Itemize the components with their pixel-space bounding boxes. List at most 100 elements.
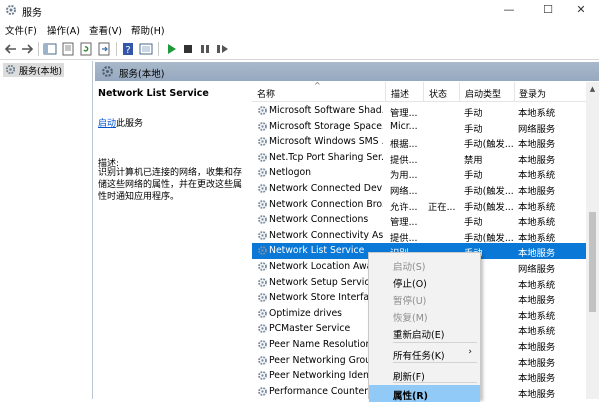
main-pane-header: 服务(本地)	[95, 62, 599, 81]
column-divider[interactable]	[459, 82, 460, 102]
service-log-on-as-cell: 本地系统	[518, 201, 556, 213]
service-row[interactable]: Microsoft Software Shad... 管理... 手动 本地系统	[252, 103, 586, 119]
service-description-cell: 网络...	[390, 185, 418, 197]
submenu-arrow-icon: ›	[468, 347, 472, 357]
context-menu-item[interactable]: 属性(R)	[369, 385, 480, 402]
service-gear-icon	[258, 215, 267, 225]
service-gear-icon	[258, 121, 267, 131]
menu-help[interactable]: 帮助(H)	[131, 23, 165, 37]
context-menu-separator	[393, 362, 477, 363]
service-name-cell: Network Setup Service	[269, 276, 376, 288]
service-gear-icon	[258, 308, 267, 318]
start-service-link[interactable]: 启动	[98, 119, 116, 129]
menu-action[interactable]: 操作(A)	[47, 23, 80, 37]
console-view-icon[interactable]	[139, 42, 153, 56]
service-gear-icon	[258, 152, 267, 162]
service-name-cell: Microsoft Software Shad...	[269, 105, 383, 116]
service-row[interactable]: Network Connectivity Ass... 提供... 手动(触发...…	[252, 228, 586, 244]
service-log-on-as-cell: 本地系统	[518, 232, 556, 244]
service-gear-icon	[258, 137, 267, 147]
context-menu-item-label: 属性(R)	[393, 391, 428, 402]
service-log-on-as-cell: 网络服务	[518, 263, 556, 275]
column-divider[interactable]	[385, 82, 386, 102]
context-menu-item[interactable]: 恢复(M)	[369, 307, 480, 324]
start-service-icon[interactable]	[164, 42, 178, 56]
service-startup-type-cell: 手动	[464, 123, 483, 135]
main-pane-title: 服务(本地)	[119, 69, 165, 80]
service-log-on-as-cell: 本地系统	[518, 326, 556, 338]
minimize-button[interactable]: —	[494, 0, 524, 20]
service-gear-icon	[258, 371, 267, 380]
svg-text:?: ?	[125, 45, 130, 56]
properties-sheet-icon[interactable]	[61, 42, 75, 56]
column-header-name[interactable]: 名称	[257, 87, 275, 100]
restart-service-icon[interactable]	[215, 42, 229, 56]
column-header-description[interactable]: 描述	[391, 87, 409, 100]
service-log-on-as-cell: 本地服务	[518, 185, 556, 197]
service-description-cell: 提供...	[390, 232, 418, 244]
forward-arrow-icon[interactable]	[20, 42, 34, 56]
column-header-log-on-as[interactable]: 登录为	[519, 87, 546, 100]
service-log-on-as-cell: 本地系统	[518, 217, 556, 229]
pause-service-icon[interactable]	[198, 42, 212, 56]
service-row[interactable]: Microsoft Windows SMS ... 根据... 手动(触发... 本地…	[252, 134, 586, 150]
title-bar: 服务 — ☐ ✕	[0, 0, 599, 20]
column-header-startup-type[interactable]: 启动类型	[465, 87, 501, 100]
service-row[interactable]: Microsoft Storage Space... Micr... 手动 网络服务	[252, 119, 586, 135]
context-menu-item[interactable]: 暂停(U)	[369, 290, 480, 307]
scrollbar-thumb[interactable]	[589, 212, 596, 312]
service-name-cell: Microsoft Windows SMS ...	[269, 136, 383, 148]
context-menu-item[interactable]: 启动(S)	[369, 256, 480, 273]
help-icon[interactable]: ?	[121, 42, 135, 56]
services-gear-icon	[102, 66, 113, 77]
start-service-suffix: 此服务	[116, 119, 144, 129]
service-gear-icon	[258, 199, 267, 209]
service-row[interactable]: Network Connected Devi... 网络... 手动(触发... 本地…	[252, 181, 586, 197]
show-hide-console-tree-icon[interactable]	[43, 42, 57, 56]
service-row[interactable]: Network Connection Bro... 允许... 正在... 手动(触发…	[252, 197, 586, 213]
service-row[interactable]: Net.Tcp Port Sharing Ser... 提供... 禁用 本地服务	[252, 150, 586, 166]
service-gear-icon	[258, 184, 267, 193]
vertical-scrollbar[interactable]: ▲	[586, 82, 599, 399]
back-arrow-icon[interactable]	[4, 42, 18, 56]
column-header-status[interactable]: 状态	[429, 87, 447, 100]
description-text: 识别计算机已连接的网络，收集和存储这些网络的属性，并在更改这些属性时通知应用程序…	[98, 168, 243, 202]
context-menu: 启动(S) 停止(O) 暂停(U) 恢复(M) 重新启动(E) 所有任务(K) › 刷新(F)…	[368, 252, 481, 402]
service-row[interactable]: Netlogon 为用... 手动 本地系统	[252, 165, 586, 181]
service-startup-type-cell: 手动	[464, 217, 483, 229]
refresh-icon[interactable]	[79, 42, 93, 56]
service-description-cell: 根据...	[390, 139, 418, 151]
service-description-cell: 允许...	[390, 201, 418, 213]
service-name-cell: Network Location Awa	[269, 260, 373, 272]
menu-file[interactable]: 文件(F)	[5, 23, 37, 37]
context-menu-item[interactable]: 重新启动(E)	[369, 324, 480, 341]
export-list-icon[interactable]	[97, 42, 111, 56]
tree-node-services-local[interactable]: 服务(本地)	[3, 63, 65, 77]
service-name-cell: PCMaster Service	[269, 323, 351, 335]
toolbar-divider	[38, 42, 39, 56]
toolbar-divider	[158, 42, 159, 56]
service-log-on-as-cell: 本地服务	[518, 373, 556, 385]
stop-service-icon[interactable]	[181, 42, 195, 56]
menu-view[interactable]: 查看(V)	[89, 23, 122, 37]
service-description-pane: Network List Service 启动此服务 描述: 识别计算机已连接的…	[95, 82, 251, 399]
service-row[interactable]: Network Connections 管理... 手动 本地系统	[252, 212, 586, 228]
maximize-button[interactable]: ☐	[533, 0, 563, 20]
service-log-on-as-cell: 本地系统	[518, 310, 556, 322]
service-gear-icon	[258, 230, 267, 240]
service-description-cell: 提供...	[390, 154, 418, 166]
context-menu-item-label: 恢复(M)	[393, 313, 428, 324]
toolbar: ?	[0, 38, 599, 60]
column-divider[interactable]	[423, 82, 424, 102]
scroll-up-arrow-icon[interactable]: ▲	[586, 82, 599, 96]
service-status-cell: 正在...	[428, 201, 456, 213]
context-menu-item[interactable]: 刷新(F)	[369, 366, 480, 383]
column-divider[interactable]	[514, 82, 515, 102]
context-menu-item[interactable]: 所有任务(K) ›	[369, 345, 480, 362]
service-log-on-as-cell: 本地系统	[518, 279, 556, 291]
context-menu-item[interactable]: 停止(O)	[369, 273, 480, 290]
service-name-cell: Optimize drives	[269, 307, 343, 319]
service-startup-type-cell: 手动(触发...	[464, 139, 514, 151]
close-button[interactable]: ✕	[566, 0, 596, 20]
service-log-on-as-cell: 本地服务	[518, 357, 556, 369]
